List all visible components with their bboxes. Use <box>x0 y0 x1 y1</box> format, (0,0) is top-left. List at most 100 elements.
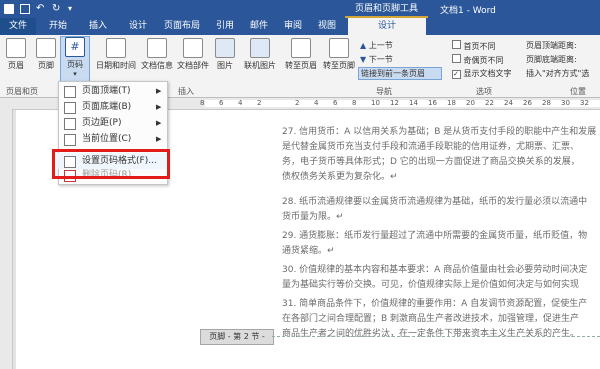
docinfo-button[interactable]: 文档信息 <box>140 38 174 71</box>
tab-layout[interactable]: 页面布局 <box>158 18 206 35</box>
ruler-tick-label: 8 <box>200 99 205 107</box>
context-tab-group: 页眉和页脚工具 <box>345 0 428 18</box>
ruler-tick-label: 20 <box>466 99 475 107</box>
paragraph-27[interactable]: 27. 信用货币：A 以信用关系为基础；B 是从货币支付手段的职能中产生和发展 … <box>282 125 600 185</box>
ruler-tick-label: 6 <box>333 99 338 107</box>
footer-button[interactable]: 页脚 <box>32 38 60 71</box>
calendar-icon <box>106 38 126 58</box>
docparts-button[interactable]: 文档部件 <box>176 38 210 71</box>
paragraph-28[interactable]: 28. 纸币流通规律要以金属货币流通规律为基础，纸币的发行量必须以流通中 货币量… <box>282 195 600 225</box>
datetime-button[interactable]: 日期和时间 <box>94 38 138 71</box>
vertical-ruler <box>0 109 13 369</box>
different-first-page-checkbox[interactable]: 首页不同 <box>452 40 496 52</box>
save-icon[interactable] <box>20 4 30 14</box>
group-label-navigation: 导航 <box>376 87 392 96</box>
ruler-tick-label: 14 <box>409 99 418 107</box>
chevron-down-icon: ▾ <box>73 70 77 78</box>
ruler-tick-label: 26 <box>523 99 532 107</box>
page-top-icon <box>64 86 76 98</box>
ruler-tick-label: 22 <box>485 99 494 107</box>
tab-file[interactable]: 文件 <box>0 18 36 35</box>
customize-icon[interactable]: ▾ <box>68 4 78 14</box>
docinfo-icon <box>147 38 167 58</box>
tab-design[interactable]: 设计 <box>120 18 156 35</box>
ruler-tick-label: 18 <box>447 99 456 107</box>
footer-section-label: 页脚 - 第 2 节 - <box>200 329 274 345</box>
tab-view[interactable]: 视图 <box>312 18 342 35</box>
tab-home[interactable]: 开始 <box>40 18 76 35</box>
ruler-tick-label: 32 <box>580 99 589 107</box>
ruler-tick-label: 10 <box>371 99 380 107</box>
ruler-tick-label: 24 <box>504 99 513 107</box>
ruler-tick-label: 2 <box>257 99 262 107</box>
prev-section-button[interactable]: ▲ 上一节 <box>360 40 393 51</box>
header-top-distance[interactable]: 页眉顶端距离: <box>526 40 577 51</box>
paragraph-29[interactable]: 29. 通货膨胀：纸币发行量超过了流通中所需要的金属货币量，纸币贬值，物 通货紧… <box>282 229 600 259</box>
page-margins-icon <box>64 118 76 130</box>
tab-insert[interactable]: 插入 <box>80 18 116 35</box>
goto-footer-icon <box>329 38 349 58</box>
group-label-options: 选项 <box>476 87 492 96</box>
ruler-tick-label: 4 <box>238 99 243 107</box>
ruler-tick-label: 16 <box>428 99 437 107</box>
goto-header-button[interactable]: 转至页眉 <box>283 38 319 71</box>
ruler-tick-label: 30 <box>561 99 570 107</box>
menu-item-page-margins[interactable]: 页边距(P) ▶ <box>58 115 166 131</box>
page-bottom-icon <box>64 102 76 114</box>
link-to-previous-button[interactable]: 链接到前一条页眉 <box>358 67 442 80</box>
page-number-button[interactable]: # 页码 ▾ <box>60 36 90 82</box>
tab-references[interactable]: 引用 <box>210 18 240 35</box>
ruler-tick-label: 8 <box>352 99 357 107</box>
word-icon <box>4 4 14 14</box>
window-title: 文档1 - Word <box>440 6 496 16</box>
group-label-position: 位置 <box>570 87 586 96</box>
ruler-ticks: 8 6 4 2 2 4 6 8 10 12 14 16 18 20 22 24 26 28 30 32 <box>200 99 600 109</box>
online-picture-button[interactable]: 联机图片 <box>240 38 280 71</box>
menu-item-bottom-of-page[interactable]: 页面底端(B) ▶ <box>58 99 166 115</box>
show-document-text-checkbox[interactable]: ✓ 显示文档文字 <box>452 68 512 79</box>
checkbox-icon <box>452 54 461 63</box>
menu-item-top-of-page[interactable]: 页面顶端(T) ▶ <box>58 83 166 99</box>
next-section-button[interactable]: ▼ 下一节 <box>360 54 393 65</box>
tab-mailings[interactable]: 邮件 <box>244 18 274 35</box>
docparts-icon <box>183 38 203 58</box>
ruler-tick-label: 28 <box>542 99 551 107</box>
ruler-tick-label: 2 <box>295 99 300 107</box>
page-number-icon: # <box>65 37 85 57</box>
ruler-tick-label: 4 <box>314 99 319 107</box>
chevron-right-icon: ▶ <box>156 119 162 127</box>
ruler-tick-label: 12 <box>390 99 399 107</box>
header-button[interactable]: 页眉 <box>2 38 30 71</box>
checkbox-icon <box>452 40 461 49</box>
ruler-tick-label: 6 <box>219 99 224 107</box>
insert-alignment-tab-button[interactable]: 插入"对齐方式"选 <box>526 68 589 79</box>
quick-access-toolbar: ↶ ↻ ▾ <box>4 3 78 15</box>
arrow-down-icon: ▼ <box>360 55 367 64</box>
chevron-right-icon: ▶ <box>156 135 162 143</box>
picture-button[interactable]: 图片 <box>212 38 238 71</box>
footer-icon <box>36 38 56 58</box>
goto-footer-button[interactable]: 转至页脚 <box>321 38 357 71</box>
paragraph-30[interactable]: 30. 价值规律的基本内容和基本要求：A 商品价值量由社会必要劳动时间决定 量为… <box>282 263 600 293</box>
group-label-header-footer: 页眉和页 <box>6 87 38 96</box>
redo-icon[interactable]: ↻ <box>52 4 62 14</box>
goto-header-icon <box>291 38 311 58</box>
chevron-right-icon: ▶ <box>156 87 162 95</box>
chevron-right-icon: ▶ <box>156 103 162 111</box>
online-picture-icon <box>250 38 270 58</box>
highlight-box <box>52 149 170 179</box>
menu-item-current-position[interactable]: 当前位置(C) ▶ <box>58 131 166 147</box>
arrow-up-icon: ▲ <box>360 41 367 50</box>
tab-header-footer-design[interactable]: 设计 <box>348 18 426 35</box>
current-position-icon <box>64 134 76 146</box>
group-label-insert: 插入 <box>178 87 194 96</box>
picture-icon <box>215 38 235 58</box>
title-bar <box>0 0 600 18</box>
different-odd-even-checkbox[interactable]: 奇偶页不同 <box>452 54 504 66</box>
footer-boundary-line <box>272 336 600 337</box>
tab-review[interactable]: 审阅 <box>278 18 308 35</box>
footer-bottom-distance[interactable]: 页脚底端距离: <box>526 54 577 65</box>
header-icon <box>6 38 26 58</box>
undo-icon[interactable]: ↶ <box>36 4 46 14</box>
checked-icon: ✓ <box>452 70 461 79</box>
